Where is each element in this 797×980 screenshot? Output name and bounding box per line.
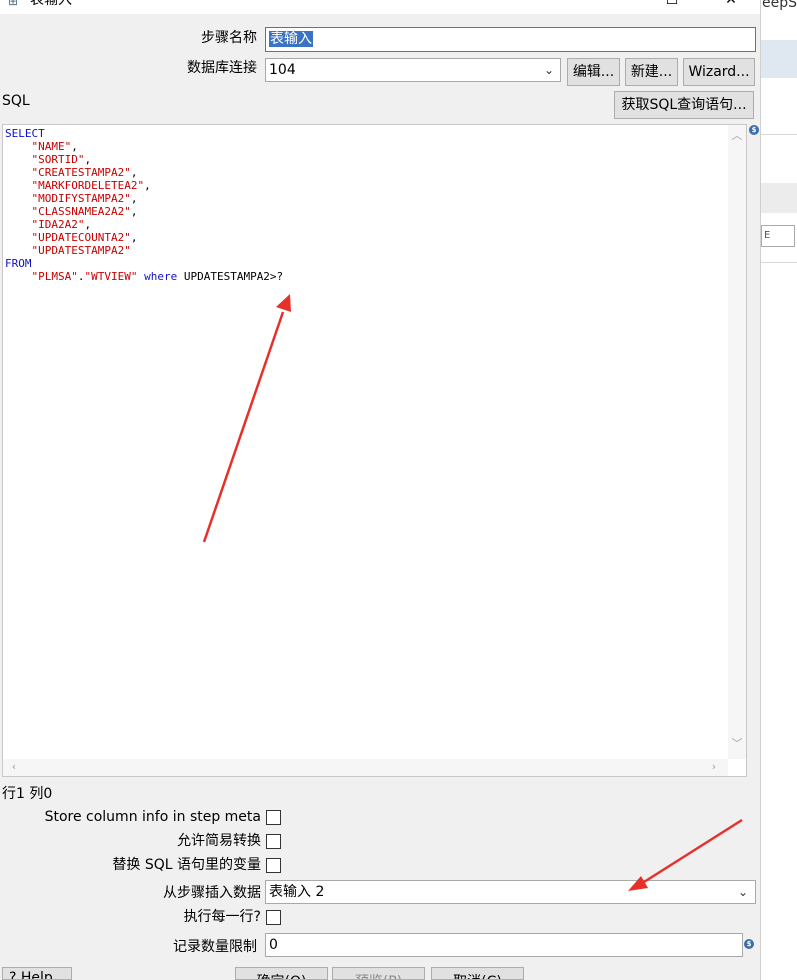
annotation-arrow-line: [643, 818, 743, 884]
annotation-arrow-line: [202, 311, 285, 543]
annotation-overlay: [202, 294, 743, 891]
annotation-arrow-head: [276, 294, 291, 312]
annotation-arrow-head: [628, 876, 648, 891]
